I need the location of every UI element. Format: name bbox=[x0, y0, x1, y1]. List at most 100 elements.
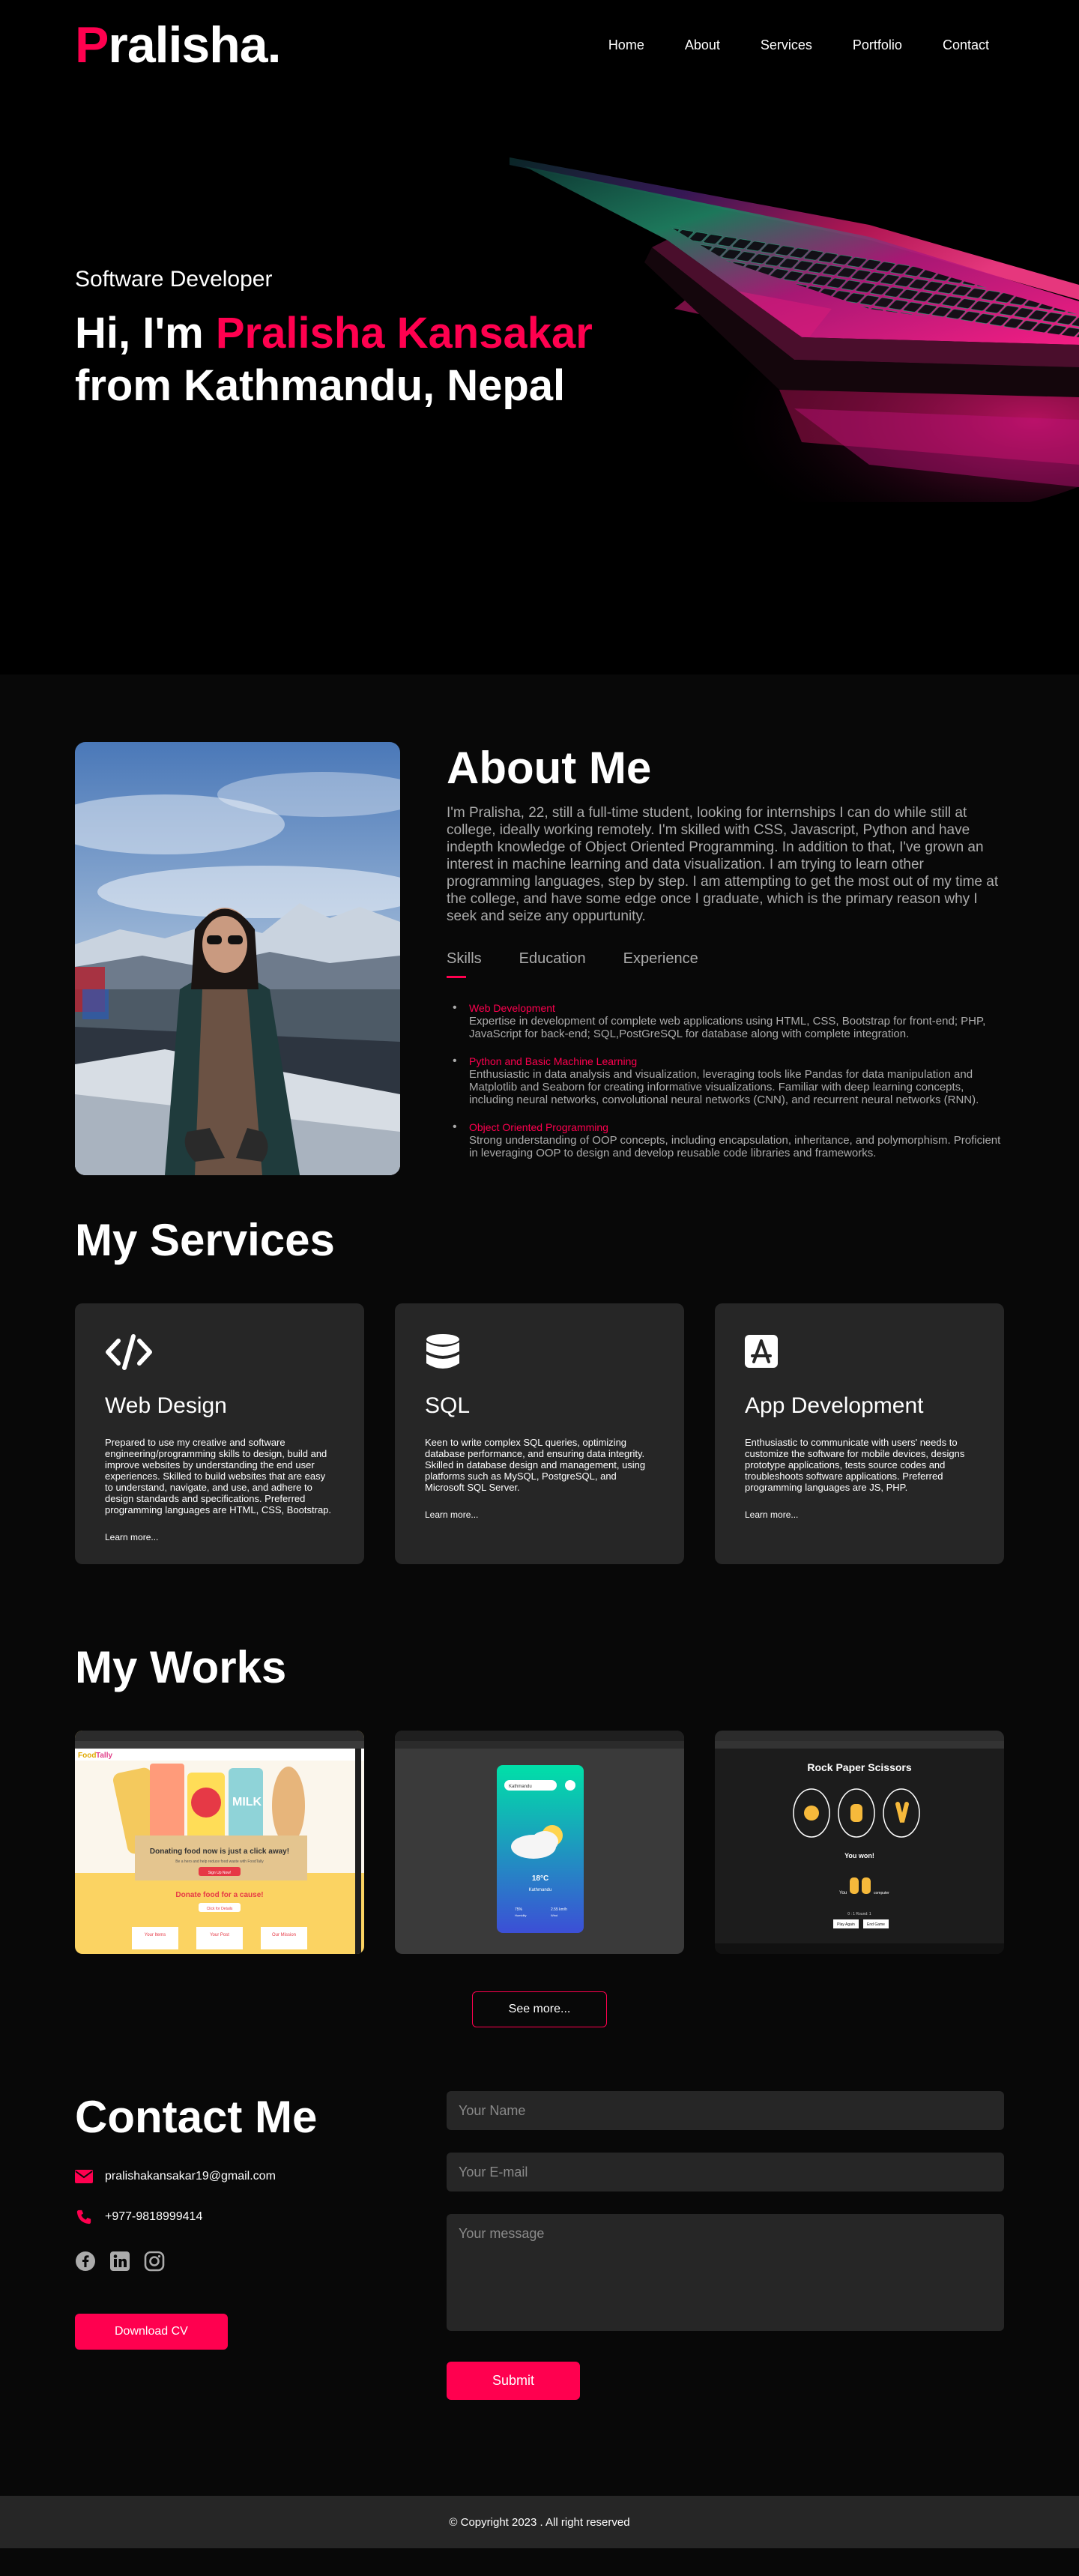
hero-location: from Kathmandu, Nepal bbox=[75, 361, 566, 410]
phone-icon bbox=[76, 2209, 91, 2224]
weather-humidity-label: Humidity bbox=[515, 1913, 527, 1917]
name-input[interactable] bbox=[447, 2091, 1004, 2130]
food-cta: Sign Up Now! bbox=[208, 1871, 232, 1875]
contact-section: Contact Me pralishakansakar19@gmail.com … bbox=[0, 2091, 1079, 2496]
hero-name: Pralisha Kansakar bbox=[215, 309, 593, 358]
instagram-icon[interactable] bbox=[144, 2251, 165, 2272]
food-logo-part2: Tally bbox=[96, 1752, 112, 1760]
linkedin-icon[interactable] bbox=[109, 2251, 130, 2272]
work-item-food-tally[interactable]: Food Tally MILK Donating food now is jus… bbox=[75, 1731, 364, 1954]
contact-phone-row: +977-9818999414 bbox=[75, 2209, 447, 2225]
contact-info: Contact Me pralishakansakar19@gmail.com … bbox=[75, 2091, 447, 2496]
footer-copyright: © Copyright 2023 . All right reserved bbox=[0, 2496, 1079, 2548]
work-item-rock-paper-scissors[interactable]: Rock Paper Scissors You won! You compute… bbox=[715, 1731, 1004, 1954]
service-title: Web Design bbox=[105, 1393, 227, 1418]
message-textarea[interactable] bbox=[447, 2214, 1004, 2331]
database-icon bbox=[426, 1334, 459, 1369]
food-card-3: Our Mission bbox=[272, 1933, 296, 1937]
email-input[interactable] bbox=[447, 2153, 1004, 2192]
nav-menu: Home About Services Portfolio Contact bbox=[568, 37, 989, 53]
learn-more-link[interactable]: Learn more... bbox=[425, 1509, 478, 1520]
nav-link-contact[interactable]: Contact bbox=[943, 37, 989, 52]
hero-section: Pralisha. Home About Services Portfolio … bbox=[0, 0, 1079, 675]
nav-link-home[interactable]: Home bbox=[608, 37, 644, 52]
weather-wind-label: Wind bbox=[551, 1913, 557, 1917]
works-title: My Works bbox=[75, 1642, 287, 1692]
skill-text: Strong understanding of OOP concepts, in… bbox=[469, 1134, 1001, 1159]
weather-search: Kathmandu bbox=[509, 1785, 532, 1789]
service-card: App Development Enthusiastic to communic… bbox=[715, 1303, 1004, 1564]
works-list: Food Tally MILK Donating food now is jus… bbox=[75, 1731, 1004, 1954]
service-description: Prepared to use my creative and software… bbox=[105, 1437, 332, 1515]
copyright-text: © Copyright 2023 . All right reserved bbox=[449, 2515, 630, 2529]
app-store-icon bbox=[745, 1335, 778, 1368]
hero-text: Software Developer Hi, I'm Pralisha Kans… bbox=[75, 267, 593, 412]
tab-experience[interactable]: Experience bbox=[623, 950, 698, 978]
about-title: About Me bbox=[447, 743, 652, 793]
rps-result: You won! bbox=[844, 1852, 874, 1859]
social-icons bbox=[75, 2251, 447, 2272]
profile-photo bbox=[75, 742, 400, 1175]
tab-education[interactable]: Education bbox=[519, 950, 586, 978]
hero-greeting: Hi, I'm bbox=[75, 309, 216, 358]
skill-text: Expertise in development of complete web… bbox=[469, 1015, 986, 1040]
list-item: Python and Basic Machine Learning Enthus… bbox=[453, 1055, 1001, 1106]
food-headline: Donating food now is just a click away! bbox=[150, 1847, 289, 1856]
about-section: About Me I'm Pralisha, 22, still a full-… bbox=[0, 675, 1079, 1214]
contact-email[interactable]: pralishakansakar19@gmail.com bbox=[105, 2170, 276, 2183]
submit-button[interactable]: Submit bbox=[447, 2362, 581, 2400]
download-cv-button[interactable]: Download CV bbox=[75, 2314, 228, 2350]
service-description: Enthusiastic to communicate with users' … bbox=[745, 1437, 965, 1493]
weather-city: Kathmandu bbox=[529, 1888, 552, 1892]
contact-email-row: pralishakansakar19@gmail.com bbox=[75, 2170, 447, 2183]
hero-subtitle: Software Developer bbox=[75, 267, 273, 292]
nav-link-services[interactable]: Services bbox=[761, 37, 812, 52]
code-icon bbox=[106, 1334, 152, 1370]
food-card-2: Your Post bbox=[210, 1933, 229, 1937]
milk-carton-label: MILK bbox=[232, 1796, 262, 1809]
list-item: Web Development Expertise in development… bbox=[453, 1001, 1001, 1040]
logo-initial: P bbox=[75, 16, 109, 73]
food-subline: Be a hero and help reduce food waste wit… bbox=[175, 1859, 264, 1864]
rps-score: 0 : 1 Round: 1 bbox=[847, 1912, 871, 1916]
logo-rest: ralisha. bbox=[108, 16, 281, 73]
envelope-icon bbox=[75, 2170, 93, 2183]
skill-text: Enthusiastic in data analysis and visual… bbox=[469, 1068, 979, 1106]
facebook-icon[interactable] bbox=[75, 2251, 96, 2272]
weather-wind: 2.55 km/h bbox=[551, 1907, 567, 1912]
learn-more-link[interactable]: Learn more... bbox=[105, 1532, 158, 1542]
service-title: SQL bbox=[425, 1393, 471, 1418]
list-item: Object Oriented Programming Strong under… bbox=[453, 1120, 1001, 1159]
food-logo-part1: Food bbox=[78, 1752, 96, 1760]
navbar: Pralisha. Home About Services Portfolio … bbox=[0, 0, 1079, 90]
service-card: Web Design Prepared to use my creative a… bbox=[75, 1303, 364, 1564]
contact-phone[interactable]: +977-9818999414 bbox=[105, 2210, 202, 2224]
about-tabs: Skills Education Experience bbox=[447, 950, 1001, 978]
about-content: About Me I'm Pralisha, 22, still a full-… bbox=[447, 742, 1001, 1214]
contact-title: Contact Me bbox=[75, 2092, 318, 2142]
food-banner: Donate food for a cause! bbox=[175, 1891, 263, 1899]
work-item-weather-app[interactable]: Kathmandu 18°C Kathmandu 75% Humidity 2.… bbox=[395, 1731, 684, 1954]
works-section: My Works Food Tally MILK Donating food n bbox=[0, 1641, 1079, 2091]
skill-title: Object Oriented Programming bbox=[469, 1121, 608, 1133]
rps-end-game: End Game bbox=[867, 1922, 885, 1927]
rps-title: Rock Paper Scissors bbox=[807, 1761, 912, 1773]
learn-more-link[interactable]: Learn more... bbox=[745, 1509, 798, 1520]
services-list: Web Design Prepared to use my creative a… bbox=[75, 1303, 1004, 1564]
logo[interactable]: Pralisha. bbox=[75, 16, 282, 73]
services-section: My Services Web Design Prepared to use m… bbox=[0, 1214, 1079, 1641]
nav-link-about[interactable]: About bbox=[685, 37, 720, 52]
skill-title: Web Development bbox=[469, 1002, 555, 1014]
skills-list: Web Development Expertise in development… bbox=[447, 1001, 1001, 1159]
rps-you: You bbox=[839, 1891, 847, 1895]
weather-temp: 18°C bbox=[532, 1874, 548, 1883]
tab-skills[interactable]: Skills bbox=[447, 950, 482, 978]
service-description: Keen to write complex SQL queries, optim… bbox=[425, 1437, 646, 1493]
skill-title: Python and Basic Machine Learning bbox=[469, 1055, 638, 1067]
nav-link-portfolio[interactable]: Portfolio bbox=[853, 37, 902, 52]
see-more-button[interactable]: See more... bbox=[471, 1991, 608, 2027]
food-banner-button: Click for Details bbox=[207, 1907, 233, 1911]
service-title: App Development bbox=[745, 1393, 924, 1418]
contact-form: Submit bbox=[447, 2091, 1004, 2496]
service-card: SQL Keen to write complex SQL queries, o… bbox=[395, 1303, 684, 1564]
